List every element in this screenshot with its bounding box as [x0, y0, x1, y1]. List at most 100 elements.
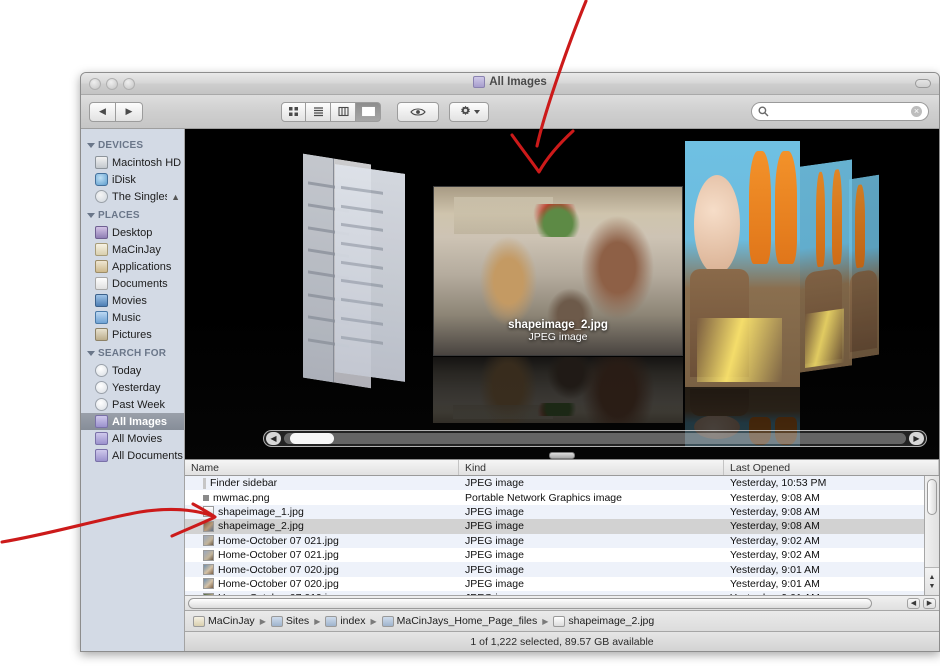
file-name-cell: Finder sidebar: [185, 477, 459, 489]
sidebar-section-label: PLACES: [98, 210, 140, 221]
folder-icon: [381, 615, 394, 627]
quicklook-button[interactable]: [397, 101, 439, 122]
vertical-scrollbar[interactable]: ▲ ▼: [924, 476, 939, 595]
coverflow-scroll-thumb[interactable]: [290, 433, 334, 444]
disc-icon: [95, 190, 108, 203]
file-name-text: Home-October 07 021.jpg: [218, 549, 339, 562]
column-header-kind[interactable]: Kind: [459, 460, 724, 475]
breadcrumb-item-macinjay[interactable]: MaCinJay: [193, 615, 255, 627]
coverflow-scroll-track[interactable]: [284, 433, 906, 444]
vertical-scroll-arrows[interactable]: ▲ ▼: [925, 567, 939, 595]
screenshot-thumbnail: [335, 164, 405, 382]
table-row[interactable]: mwmac.png Portable Network Graphics imag…: [185, 490, 924, 505]
disclosure-triangle-icon[interactable]: [87, 351, 95, 356]
file-name-cell: Home-October 07 021.jpg: [185, 549, 459, 561]
sidebar-item-all-movies[interactable]: All Movies: [81, 430, 184, 447]
disclosure-triangle-icon[interactable]: [87, 143, 95, 148]
coverflow-thumb-left-1[interactable]: [335, 164, 405, 382]
toolbar-toggle-button[interactable]: [915, 79, 931, 88]
forward-button[interactable]: ▶: [116, 101, 143, 122]
file-name-text: shapeimage_2.jpg: [218, 520, 304, 533]
file-thumbnail-icon: [203, 564, 214, 576]
sidebar-section-label: SEARCH FOR: [98, 348, 167, 359]
file-name-cell: Home-October 07 021.jpg: [185, 535, 459, 547]
status-bar: 1 of 1,222 selected, 89.57 GB available: [185, 632, 939, 651]
thumbnail-pane: [303, 153, 335, 383]
horizontal-scrollbar[interactable]: ◀ ▶: [185, 595, 939, 610]
sidebar-item-macinjay[interactable]: MaCinJay: [81, 241, 184, 258]
column-header-name[interactable]: Name: [185, 460, 459, 475]
table-row[interactable]: Finder sidebar JPEG image Yesterday, 10:…: [185, 476, 924, 491]
list-view-button[interactable]: [306, 101, 331, 122]
sidebar-item-all-documents[interactable]: All Documents: [81, 447, 184, 464]
sidebar-item-documents[interactable]: Documents: [81, 275, 184, 292]
baby-photo: [849, 174, 879, 360]
finder-toolbar: ◀ ▶ ×: [81, 95, 939, 129]
breadcrumb-item-shapeimage2[interactable]: shapeimage_2.jpg: [553, 615, 654, 627]
action-menu-button[interactable]: [449, 101, 489, 122]
sidebar-section-places[interactable]: PLACES: [81, 205, 184, 224]
sidebar-item-movies[interactable]: Movies: [81, 292, 184, 309]
table-row[interactable]: Home-October 07 020.jpg JPEG image Yeste…: [185, 576, 924, 592]
sidebar-section-search-for[interactable]: SEARCH FOR: [81, 343, 184, 362]
breadcrumb-separator: ▶: [314, 616, 321, 626]
scroll-left-icon[interactable]: ◀: [907, 597, 920, 609]
breadcrumb-item-index[interactable]: index: [325, 615, 365, 627]
breadcrumb-item-home-page-files[interactable]: MaCinJays_Home_Page_files: [381, 615, 537, 627]
sidebar-item-label: Past Week: [112, 398, 165, 411]
sidebar-item-desktop[interactable]: Desktop: [81, 224, 184, 241]
coverflow-area[interactable]: shapeimage_2.jpg JPEG image ◀ ▶: [185, 129, 939, 459]
sidebar-item-past-week[interactable]: Past Week: [81, 396, 184, 413]
coverflow-thumb-right-3[interactable]: [849, 174, 879, 360]
table-row-selected[interactable]: shapeimage_2.jpg JPEG image Yesterday, 9…: [185, 519, 924, 534]
sidebar-item-today[interactable]: Today: [81, 362, 184, 379]
breadcrumb-separator: ▶: [542, 616, 549, 626]
column-header-last-opened[interactable]: Last Opened: [724, 460, 939, 475]
search-field[interactable]: ×: [751, 102, 929, 121]
file-kind-cell: JPEG image: [465, 520, 524, 533]
table-row[interactable]: Home-October 07 021.jpg JPEG image Yeste…: [185, 547, 924, 563]
coverflow-thumb-right-1[interactable]: [685, 141, 800, 387]
coverflow-view-button[interactable]: [356, 101, 381, 122]
table-row[interactable]: shapeimage_1.jpg JPEG image Yesterday, 9…: [185, 504, 924, 520]
scroll-right-icon[interactable]: ▶: [923, 597, 936, 609]
window-title-text: All Images: [489, 76, 547, 88]
back-button[interactable]: ◀: [89, 101, 116, 122]
disclosure-triangle-icon[interactable]: [87, 213, 95, 218]
sidebar-item-yesterday[interactable]: Yesterday: [81, 379, 184, 396]
file-thumbnail-icon: [203, 477, 206, 489]
clear-search-icon[interactable]: ×: [911, 106, 922, 117]
column-view-button[interactable]: [331, 101, 356, 122]
scroll-up-icon[interactable]: ▲: [929, 574, 936, 581]
sidebar-item-macintosh-hd[interactable]: Macintosh HD: [81, 154, 184, 171]
coverflow-scrollbar[interactable]: ◀ ▶: [263, 430, 927, 447]
search-input[interactable]: [769, 105, 911, 118]
breadcrumb-item-sites[interactable]: Sites: [270, 615, 309, 627]
file-kind-cell: JPEG image: [465, 477, 524, 490]
scroll-down-icon[interactable]: ▼: [929, 583, 936, 590]
sidebar-item-pictures[interactable]: Pictures: [81, 326, 184, 343]
file-kind-cell: JPEG image: [465, 534, 524, 547]
coverflow-scroll-right-arrow[interactable]: ▶: [909, 432, 924, 445]
coverflow-thumb-right-2[interactable]: [800, 159, 852, 373]
file-thumbnail-icon: [203, 520, 214, 532]
sidebar-item-all-images[interactable]: All Images: [81, 413, 184, 430]
table-row[interactable]: Home-October 07 021.jpg JPEG image Yeste…: [185, 533, 924, 548]
file-name-text: Home-October 07 020.jpg: [218, 563, 339, 576]
eject-icon[interactable]: ▲: [171, 192, 180, 202]
icon-view-button[interactable]: [281, 101, 306, 122]
horizontal-scrollbar-thumb[interactable]: [188, 597, 872, 609]
coverflow-scroll-left-arrow[interactable]: ◀: [266, 432, 281, 445]
sidebar-item-the-singles[interactable]: The Singles… ▲: [81, 188, 184, 205]
sidebar-section-devices[interactable]: DEVICES: [81, 135, 184, 154]
file-name-cell: shapeimage_1.jpg: [185, 506, 459, 518]
status-text: 1 of 1,222 selected, 89.57 GB available: [470, 636, 654, 648]
sidebar-item-idisk[interactable]: iDisk: [81, 171, 184, 188]
sidebar-item-applications[interactable]: Applications: [81, 258, 184, 275]
sidebar-item-music[interactable]: Music: [81, 309, 184, 326]
horizontal-scroll-arrows[interactable]: ◀ ▶: [907, 597, 936, 609]
table-row[interactable]: Home-October 07 020.jpg JPEG image Yeste…: [185, 562, 924, 577]
sidebar-item-label: All Movies: [112, 432, 163, 445]
coverflow-resize-grip[interactable]: [549, 452, 575, 459]
vertical-scrollbar-thumb[interactable]: [927, 479, 937, 515]
